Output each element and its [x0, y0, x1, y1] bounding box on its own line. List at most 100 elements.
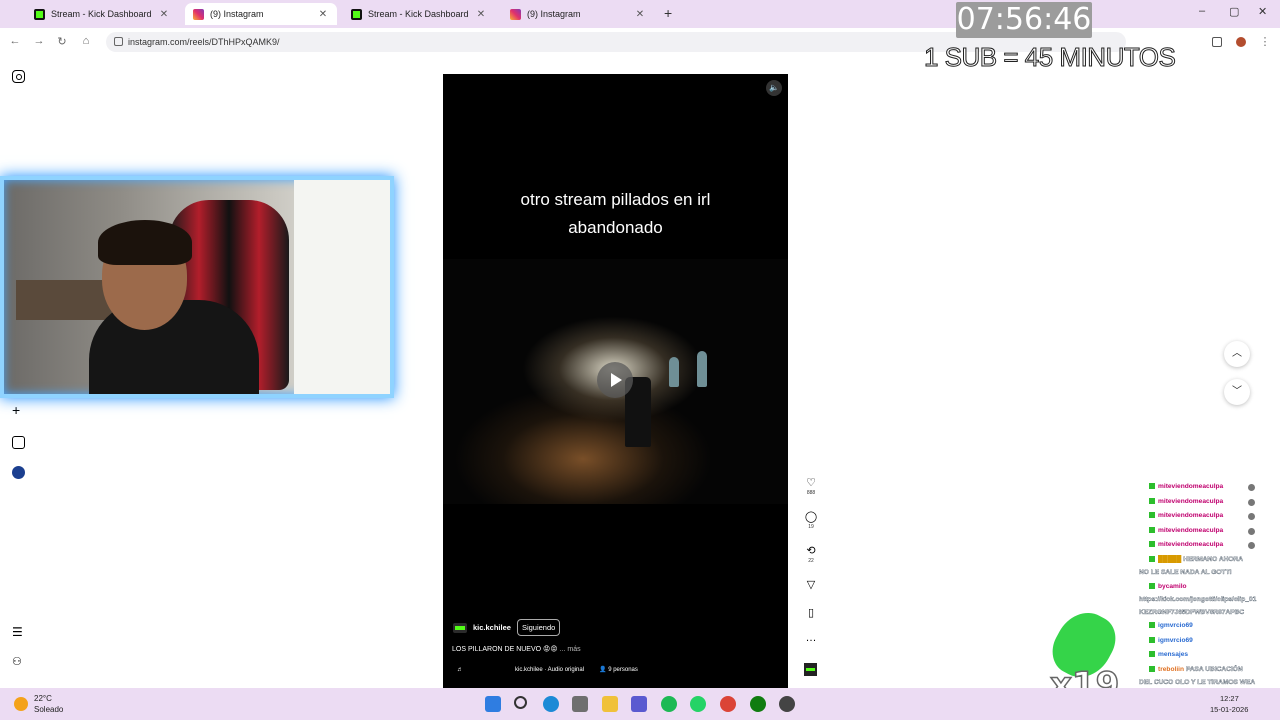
author-name[interactable]: kic.kchilee [473, 623, 511, 632]
previous-reel-button[interactable]: ︿ [1224, 341, 1250, 367]
chat-message: miteviendomeaculpa [1136, 480, 1280, 495]
mute-icon[interactable]: 🔈 [766, 80, 782, 96]
repost-button[interactable]: ⟲ 22 [800, 544, 822, 564]
sub-rule-text: 1 SUB = 45 MINUTOS [923, 42, 1176, 73]
search-icon[interactable] [514, 696, 527, 709]
instagram-logo-icon[interactable] [12, 70, 25, 83]
chat-link[interactable]: https://kick.com/jongotti/clips/clip_01 [1136, 594, 1280, 607]
webcam-shelf [16, 280, 116, 320]
repost-count: 22 [808, 558, 814, 564]
chat-user: mensajes [1158, 651, 1189, 658]
chrome-icon[interactable] [720, 696, 736, 712]
play-icon[interactable] [597, 362, 633, 398]
close-icon[interactable]: ✕ [317, 9, 329, 20]
reading-list-icon[interactable] [1212, 37, 1222, 47]
ellipsis-icon: … [805, 632, 817, 644]
profile-avatar-icon[interactable] [1236, 37, 1246, 47]
video-figure [669, 357, 679, 387]
video-figure [697, 351, 707, 387]
save-button[interactable]: ▯ [800, 606, 822, 619]
spotify-icon[interactable] [661, 696, 677, 712]
tab-kick-dashboard-2[interactable]: Stream - Kick Dashboard ✕ [343, 3, 495, 25]
webcam-window-light [294, 180, 390, 394]
tagged-people[interactable]: 👤 9 personas [599, 666, 638, 673]
chat-message: mensajes [1136, 648, 1280, 663]
chat-user: treboliin [1158, 665, 1185, 673]
audio-label[interactable]: kic.kchilee · Audio original [515, 667, 584, 673]
chat-message: igmvrcio69 [1136, 619, 1280, 634]
streamer-hair [98, 220, 192, 265]
edge-icon[interactable] [543, 696, 559, 712]
url-text: instagram.com/reels/DThHPxQAMK9/ [128, 37, 280, 47]
more-link[interactable]: ... más [560, 646, 581, 653]
back-arrow-icon[interactable]: ← [8, 35, 22, 47]
weather-condition[interactable]: Soleado [34, 705, 63, 714]
chat-message: bycamilo [1136, 580, 1280, 595]
site-info-icon[interactable] [114, 37, 123, 46]
people-count: 9 personas [608, 667, 638, 673]
xbox-icon[interactable] [750, 696, 766, 712]
whatsapp-icon[interactable] [690, 696, 706, 712]
clock-time[interactable]: 12:27 [1220, 694, 1239, 703]
menu-dots-icon[interactable]: ⋮ [1258, 35, 1272, 48]
instagram-icon [193, 8, 204, 20]
reel-overlay-text: otro stream pillados en irl abandonado [443, 186, 788, 242]
music-note-icon: ♬ [457, 666, 463, 673]
heart-icon: ♡ [806, 477, 816, 489]
tab-instagram-2[interactable]: (9) Instagram ✕ [502, 3, 654, 25]
following-button[interactable]: Siguiendo [516, 619, 561, 636]
tab-instagram-1[interactable]: (9) Instagram ✕ [185, 3, 337, 25]
chat-message: miteviendomeaculpa [1136, 538, 1280, 553]
next-reel-button[interactable]: ﹀ [1224, 379, 1250, 405]
reel-author-row: kic.kchilee Siguiendo [453, 619, 561, 636]
close-icon[interactable]: ✕ [158, 9, 170, 20]
chat-user: miteviendomeaculpa [1158, 526, 1224, 534]
home-icon[interactable]: ⌂ [79, 35, 93, 47]
windows-start-icon[interactable] [485, 696, 501, 712]
file-explorer-icon[interactable] [602, 696, 618, 712]
repost-icon: ⟲ [806, 545, 816, 557]
chat-user: igmvrcio69 [1158, 636, 1193, 644]
chat-link[interactable]: KEZRGNF7J65DFWBV8R87APBC [1136, 607, 1280, 620]
close-window-button[interactable]: ✕ [1258, 5, 1267, 18]
store-icon[interactable] [572, 696, 588, 712]
chat-user: miteviendomeaculpa [1158, 512, 1224, 519]
audio-thumbnail[interactable] [804, 663, 817, 676]
snipping-tool-icon[interactable] [631, 696, 647, 712]
kick-icon [34, 8, 45, 20]
tab-kick-dashboard-1[interactable]: Stream - Kick Dashboard ✕ [26, 3, 178, 25]
chat-text: HERMANO AHORA [1183, 555, 1244, 563]
audio-row: ♬ kic.kchilee · Audio original 👤 9 perso… [457, 666, 638, 674]
weather-sun-icon[interactable] [14, 697, 28, 711]
tab-title: Stream - Kick Dashboard [368, 9, 469, 19]
new-tab-button[interactable]: + [664, 5, 672, 21]
kick-icon [351, 8, 362, 20]
apps-grid-icon[interactable]: ⚇ [12, 656, 25, 669]
weather-temperature[interactable]: 22°C [34, 694, 52, 703]
like-button[interactable]: ♡ 888 [800, 476, 822, 496]
maximize-button[interactable]: ▢ [1229, 5, 1239, 18]
author-avatar[interactable] [453, 622, 467, 633]
comment-button[interactable]: ◯ 19 [800, 510, 822, 530]
hamburger-menu-icon[interactable]: ☰ [12, 626, 25, 639]
close-icon[interactable]: ✕ [634, 9, 646, 20]
profile-avatar[interactable] [12, 466, 25, 479]
chat-user: miteviendomeaculpa [1158, 483, 1224, 490]
clock-date[interactable]: 15-01-2026 [1210, 705, 1248, 714]
more-options-button[interactable]: … [800, 632, 822, 644]
screen: Stream - Kick Dashboard ✕ (9) Instagram … [0, 0, 1280, 720]
tab-title: (9) Instagram [210, 9, 264, 19]
send-icon: ▽ [806, 579, 816, 591]
minimize-button[interactable]: – [1199, 5, 1205, 17]
chat-message: treboliin PASA UBICACIÓN [1136, 663, 1280, 678]
obs-icon[interactable] [779, 696, 795, 712]
forward-arrow-icon[interactable]: → [32, 35, 46, 47]
dashboard-icon[interactable] [12, 436, 25, 449]
close-icon[interactable]: ✕ [475, 9, 487, 20]
create-plus-icon[interactable]: + [12, 403, 25, 417]
reel-video[interactable]: otro stream pillados en irl abandonado 🔈… [443, 74, 788, 688]
reel-overlay-line: abandonado [568, 218, 663, 237]
share-button[interactable]: ▽ [800, 578, 822, 591]
reload-icon[interactable]: ↻ [55, 35, 69, 48]
tab-title: (9) Instagram [527, 9, 581, 19]
